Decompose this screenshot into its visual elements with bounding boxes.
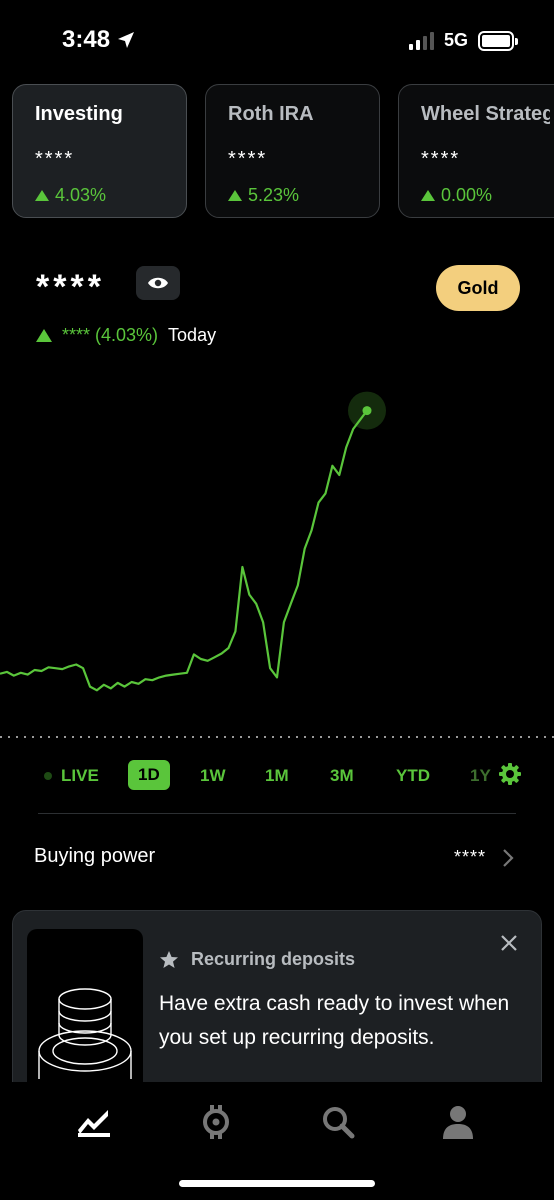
range-1m[interactable]: 1M: [265, 766, 289, 786]
recurring-deposits-card[interactable]: Recurring deposits Have extra cash ready…: [12, 910, 542, 1090]
account-name: Wheel Strateg: [421, 103, 550, 125]
gold-button[interactable]: Gold: [436, 265, 520, 311]
account-change: 0.00%: [421, 185, 550, 206]
recurring-body: Have extra cash ready to invest when you…: [159, 992, 510, 1049]
search-icon: [323, 1107, 355, 1139]
nav-investing[interactable]: [74, 1102, 114, 1142]
buying-power-label: Buying power: [34, 845, 156, 867]
buying-power-row[interactable]: Buying power ****: [34, 845, 520, 871]
recurring-title-row: Recurring deposits: [159, 949, 355, 970]
range-live-label: LIVE: [61, 766, 99, 785]
recurring-title: Recurring deposits: [191, 949, 356, 969]
account-change-text: 4.03%: [55, 185, 107, 205]
gear-icon[interactable]: [498, 762, 522, 786]
range-live[interactable]: LIVE: [44, 766, 99, 786]
account-name: Roth IRA: [228, 103, 314, 125]
nav-search[interactable]: [318, 1102, 358, 1142]
coin-stack-icon: [38, 988, 132, 1079]
account-card-investing[interactable]: Investing **** 4.03%: [12, 84, 187, 218]
buying-power-value: ****: [453, 847, 486, 867]
account-carousel[interactable]: Investing **** 4.03% Roth IRA **** 5.23%…: [12, 84, 554, 218]
status-icons: 5G: [408, 30, 518, 51]
star-icon: [160, 950, 178, 968]
account-value: ****: [35, 148, 75, 170]
today-change: **** (4.03%) Today: [36, 325, 216, 346]
account-value: ****: [421, 148, 461, 170]
chart-icon: [78, 1110, 110, 1137]
account-change: 5.23%: [228, 185, 357, 206]
close-icon[interactable]: [499, 933, 519, 953]
status-time: 3:48: [62, 26, 136, 54]
range-selector: LIVE 1D 1W 1M 3M YTD 1Y: [44, 760, 524, 792]
account-value: ****: [228, 148, 268, 170]
today-label: Today: [168, 325, 217, 345]
account-card-wheel-strategy[interactable]: Wheel Strateg **** 0.00%: [398, 84, 554, 218]
network-label: 5G: [443, 30, 468, 50]
up-triangle-icon: [36, 329, 52, 342]
eye-icon: [148, 277, 168, 289]
account-change-text: 5.23%: [248, 185, 300, 205]
range-ytd[interactable]: YTD: [396, 766, 430, 786]
toggle-visibility-button[interactable]: [136, 266, 180, 300]
today-change-amount: **** (4.03%): [62, 325, 159, 345]
range-1w[interactable]: 1W: [200, 766, 226, 786]
range-1d[interactable]: 1D: [128, 760, 170, 790]
account-card-roth-ira[interactable]: Roth IRA **** 5.23%: [205, 84, 380, 218]
status-bar: 3:48 5G: [0, 0, 554, 80]
coins-illustration: [27, 929, 143, 1089]
live-dot-icon: [44, 772, 52, 780]
up-triangle-icon: [421, 190, 435, 201]
up-triangle-icon: [228, 190, 242, 201]
divider: [38, 813, 516, 814]
battery-icon: [478, 30, 518, 51]
crypto-icon: [203, 1105, 229, 1139]
account-name: Investing: [35, 103, 123, 125]
account-icon: [443, 1106, 473, 1139]
account-change: 4.03%: [35, 185, 164, 206]
portfolio-chart[interactable]: [0, 380, 554, 750]
nav-account[interactable]: [438, 1102, 478, 1142]
chart-line: [0, 409, 368, 692]
chart-current-point: [362, 406, 372, 416]
signal-icon: [408, 31, 434, 50]
up-triangle-icon: [35, 190, 49, 201]
portfolio-value: ****: [36, 268, 105, 306]
range-3m[interactable]: 3M: [330, 766, 354, 786]
account-change-text: 0.00%: [441, 185, 493, 205]
location-arrow-icon: [118, 32, 135, 48]
home-indicator: [179, 1180, 375, 1187]
range-1y[interactable]: 1Y: [470, 766, 491, 786]
chevron-right-icon: [503, 849, 514, 867]
nav-crypto[interactable]: [196, 1102, 236, 1142]
time-text: 3:48: [62, 26, 111, 53]
